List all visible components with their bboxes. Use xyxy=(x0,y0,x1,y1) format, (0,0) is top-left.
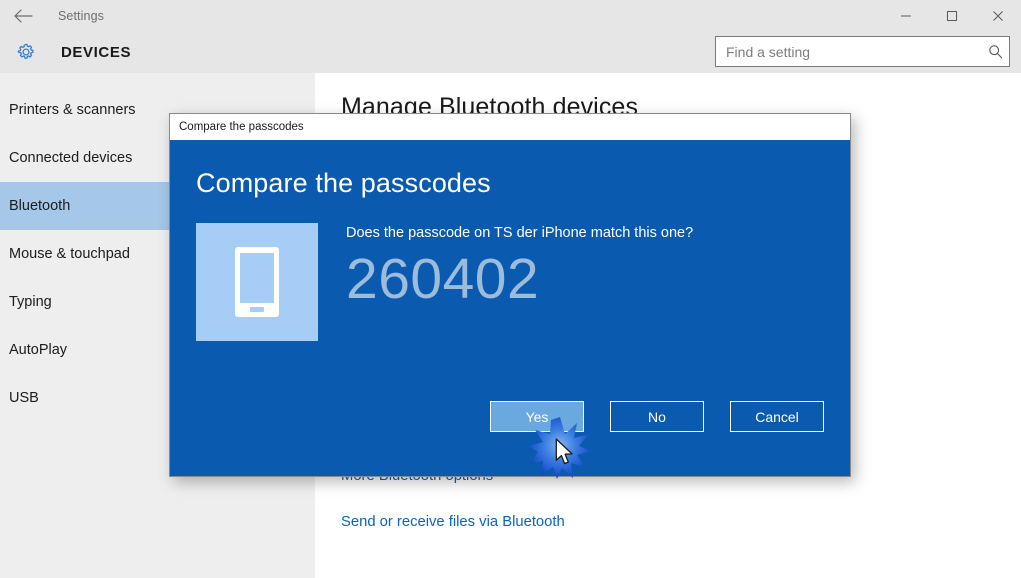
compare-passcodes-dialog: Compare the passcodes Compare the passco… xyxy=(169,113,851,477)
sidebar-item-label: USB xyxy=(9,390,39,406)
window-controls xyxy=(883,0,1021,31)
dialog-texts: Does the passcode on TS der iPhone match… xyxy=(346,223,693,311)
sidebar-item-label: Typing xyxy=(9,294,52,310)
phone-icon xyxy=(196,223,318,341)
sidebar-item-label: Bluetooth xyxy=(9,198,71,214)
sidebar-item-label: AutoPlay xyxy=(9,342,68,358)
send-receive-files-link[interactable]: Send or receive files via Bluetooth xyxy=(341,514,1021,530)
passcode-question: Does the passcode on TS der iPhone match… xyxy=(346,225,694,241)
page-title: DEVICES xyxy=(61,43,132,61)
search-input[interactable] xyxy=(716,37,981,66)
sidebar-item-label: Mouse & touchpad xyxy=(9,246,130,262)
back-arrow-icon[interactable] xyxy=(0,0,48,31)
dialog-body: Compare the passcodes Does the passcode … xyxy=(170,140,850,476)
window-titlebar: Settings xyxy=(0,0,1021,31)
dialog-heading: Compare the passcodes xyxy=(196,168,491,198)
dialog-buttons: Yes No Cancel xyxy=(490,401,824,432)
settings-header: DEVICES xyxy=(0,31,1021,73)
search-box[interactable] xyxy=(715,36,1010,67)
no-button[interactable]: No xyxy=(610,401,704,432)
search-icon[interactable] xyxy=(981,37,1009,66)
sidebar-item-label: Connected devices xyxy=(9,150,133,166)
settings-window: Settings DEVICES Find a setting Printers… xyxy=(0,0,1021,578)
minimize-button[interactable] xyxy=(883,0,929,31)
sidebar-item-label: Printers & scanners xyxy=(9,102,136,118)
window-title: Settings xyxy=(58,8,104,23)
bluetooth-links: More Bluetooth options Send or receive f… xyxy=(341,468,1021,530)
dialog-titlebar: Compare the passcodes xyxy=(170,114,850,140)
yes-button[interactable]: Yes xyxy=(490,401,584,432)
dialog-content-row: Does the passcode on TS der iPhone match… xyxy=(196,223,824,341)
dialog-titlebar-text: Compare the passcodes xyxy=(179,120,304,133)
close-button[interactable] xyxy=(975,0,1021,31)
passcode-value: 260402 xyxy=(346,247,540,311)
gear-icon xyxy=(3,31,49,73)
cancel-button[interactable]: Cancel xyxy=(730,401,824,432)
maximize-button[interactable] xyxy=(929,0,975,31)
